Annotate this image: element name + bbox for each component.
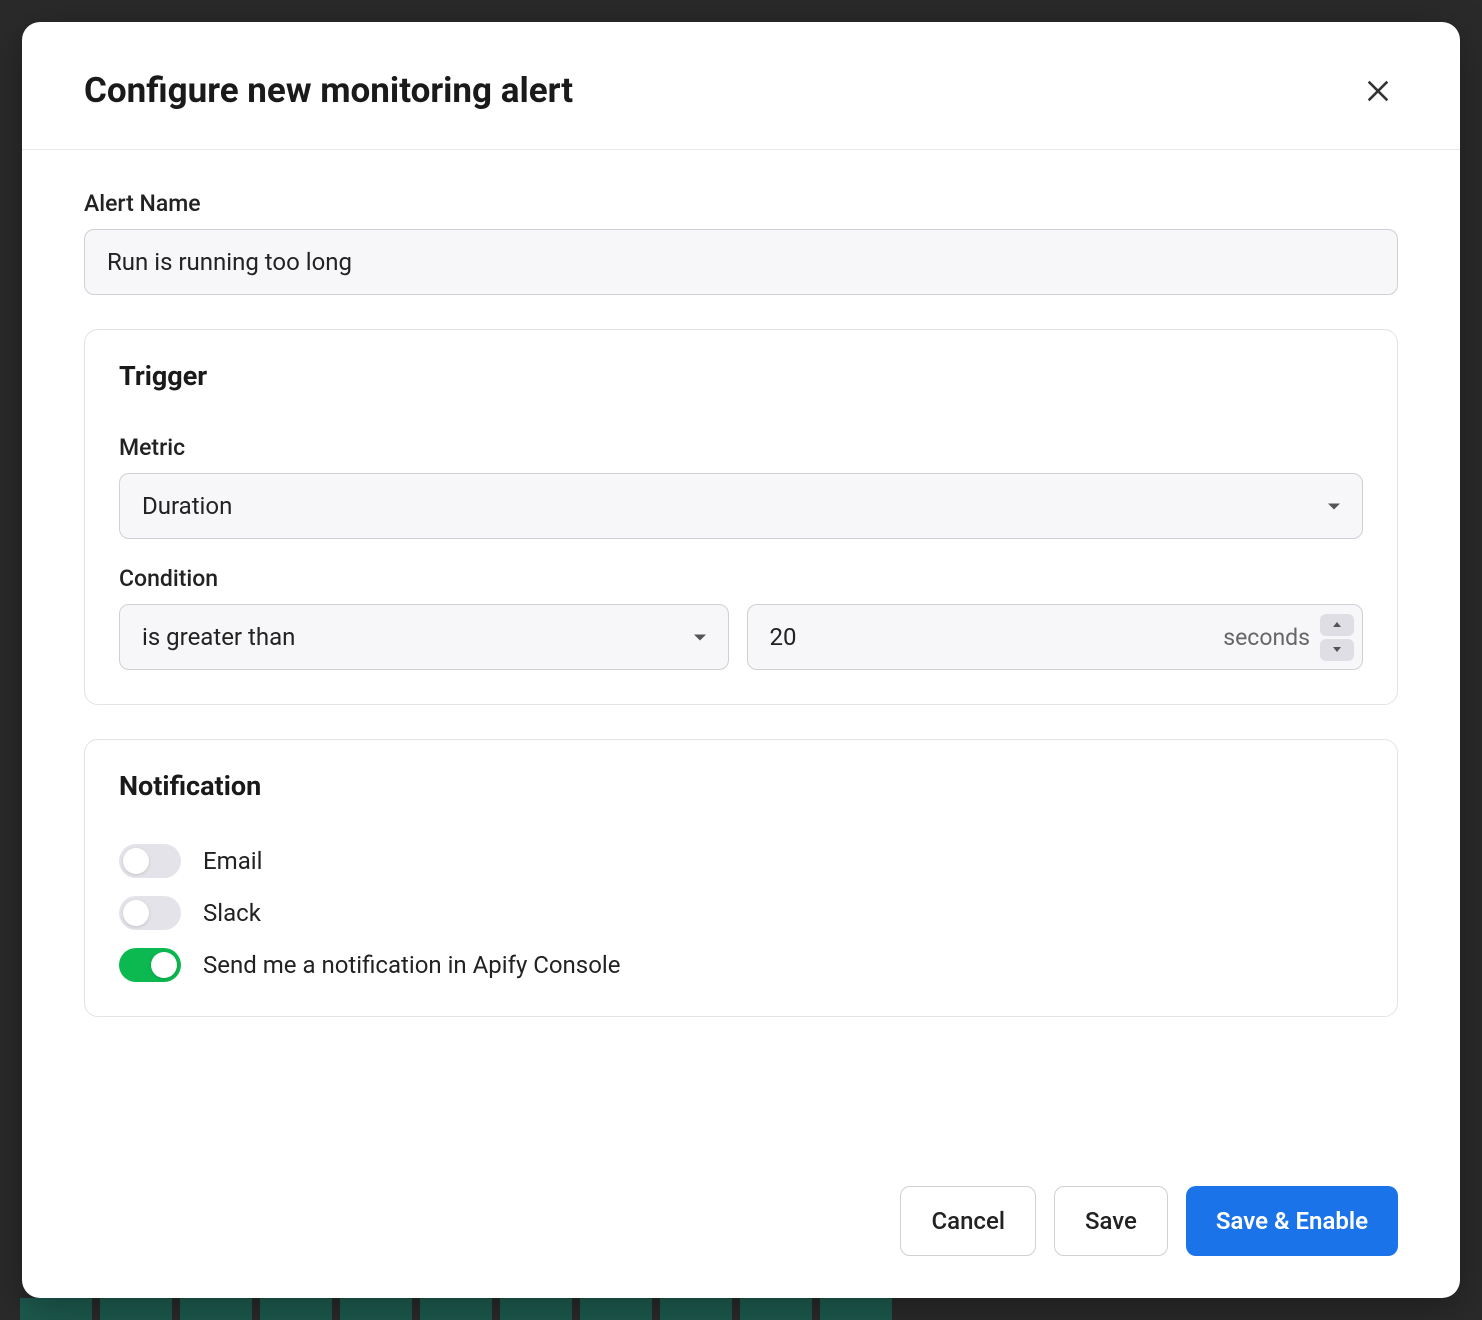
console-toggle-row: Send me a notification in Apify Console xyxy=(119,948,1363,982)
slack-toggle[interactable] xyxy=(119,896,181,930)
close-icon xyxy=(1364,77,1392,105)
email-toggle[interactable] xyxy=(119,844,181,878)
condition-value-input[interactable] xyxy=(770,605,1224,669)
modal-footer: Cancel Save Save & Enable xyxy=(22,1152,1460,1298)
trigger-section: Trigger Metric Duration Condition is gre… xyxy=(84,329,1398,705)
condition-operator-select[interactable]: is greater than xyxy=(119,604,729,670)
email-toggle-label: Email xyxy=(203,847,262,875)
slack-toggle-row: Slack xyxy=(119,896,1363,930)
condition-unit-label: seconds xyxy=(1223,624,1310,651)
condition-label: Condition xyxy=(119,565,1363,592)
configure-alert-modal: Configure new monitoring alert Alert Nam… xyxy=(22,22,1460,1298)
cancel-button[interactable]: Cancel xyxy=(900,1186,1035,1256)
stepper-down-button[interactable] xyxy=(1320,639,1354,661)
notification-section: Notification Email Slack Send me a notif… xyxy=(84,739,1398,1017)
alert-name-input[interactable] xyxy=(84,229,1398,295)
caret-up-icon xyxy=(1332,621,1342,628)
email-toggle-row: Email xyxy=(119,844,1363,878)
background-decoration xyxy=(0,1298,1482,1320)
save-and-enable-button[interactable]: Save & Enable xyxy=(1186,1186,1398,1256)
console-notification-toggle[interactable] xyxy=(119,948,181,982)
metric-select[interactable]: Duration xyxy=(119,473,1363,539)
toggle-knob xyxy=(151,952,177,978)
metric-label: Metric xyxy=(119,434,1363,461)
console-toggle-label: Send me a notification in Apify Console xyxy=(203,951,620,979)
close-button[interactable] xyxy=(1358,71,1398,111)
toggle-knob xyxy=(123,848,149,874)
condition-field: Condition is greater than seconds xyxy=(119,565,1363,670)
value-stepper xyxy=(1320,614,1354,661)
alert-name-label: Alert Name xyxy=(84,190,1398,217)
metric-field: Metric Duration xyxy=(119,434,1363,539)
notification-section-title: Notification xyxy=(119,770,1363,802)
toggle-knob xyxy=(123,900,149,926)
alert-name-field: Alert Name xyxy=(84,190,1398,295)
stepper-up-button[interactable] xyxy=(1320,614,1354,636)
modal-header: Configure new monitoring alert xyxy=(22,22,1460,150)
trigger-section-title: Trigger xyxy=(119,360,1363,392)
modal-title: Configure new monitoring alert xyxy=(84,70,573,111)
caret-down-icon xyxy=(1332,646,1342,653)
condition-value-wrap: seconds xyxy=(747,604,1363,670)
save-button[interactable]: Save xyxy=(1054,1186,1168,1256)
slack-toggle-label: Slack xyxy=(203,899,261,927)
modal-body: Alert Name Trigger Metric Duration Condi… xyxy=(22,150,1460,1152)
